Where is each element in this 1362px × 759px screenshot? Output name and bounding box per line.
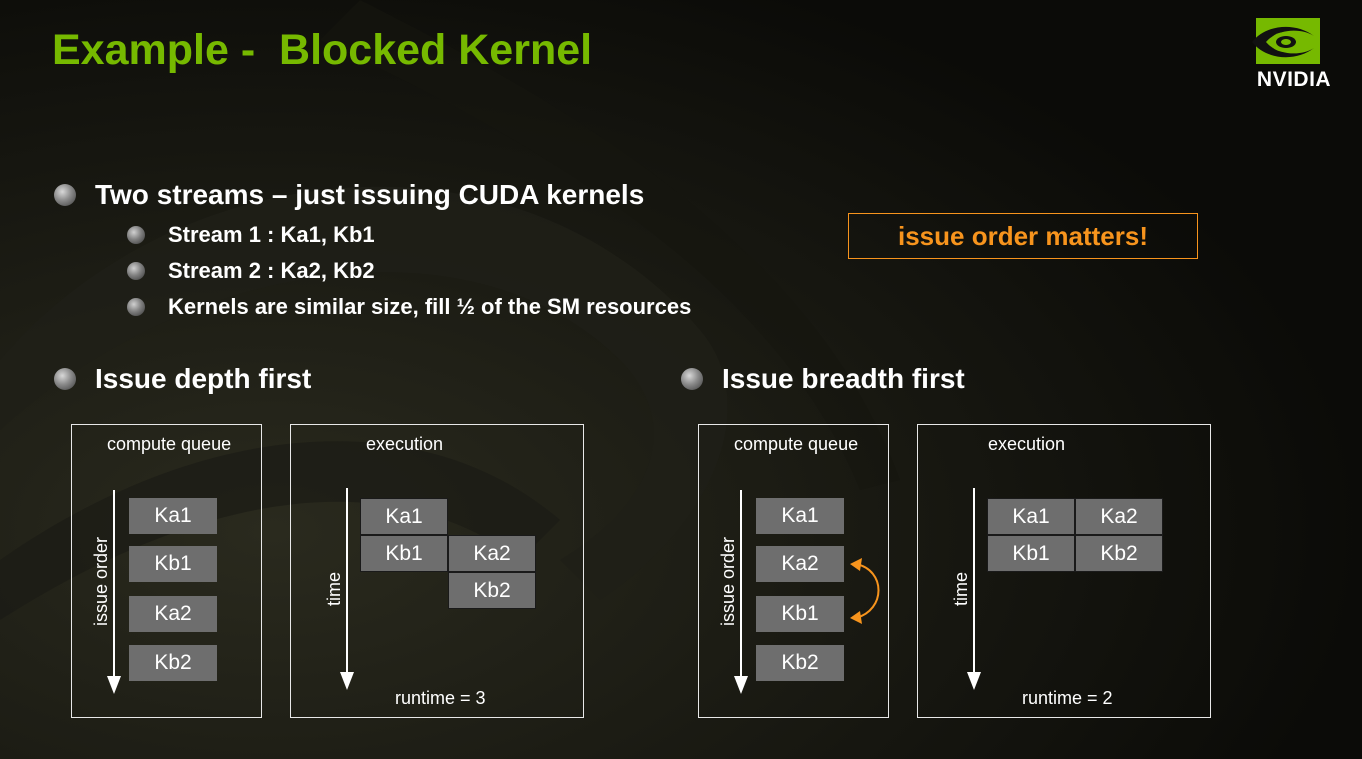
bullet-stream-1: Stream 1 : Ka1, Kb1: [168, 222, 375, 247]
left-exec-kernel: Kb1: [360, 535, 448, 572]
bullet-stream-2: Stream 2 : Ka2, Kb2: [168, 258, 375, 283]
right-execution-label: execution: [988, 434, 1066, 454]
page-title: Example - Blocked Kernel: [52, 26, 593, 74]
bullet-icon: [127, 262, 145, 280]
nvidia-eye-icon: [1252, 18, 1320, 64]
right-exec-kernel: Ka2: [1075, 498, 1163, 535]
right-time-label: time: [951, 571, 971, 606]
left-time-label: time: [324, 571, 344, 606]
right-exec-kernel: Ka1: [987, 498, 1075, 535]
left-queue-item: Kb1: [129, 546, 217, 582]
right-queue-item: Kb2: [756, 645, 844, 681]
right-queue-item: Kb1: [756, 596, 844, 632]
bullet-icon: [127, 298, 145, 316]
nvidia-logo: NVIDIA: [1244, 16, 1344, 96]
left-queue-item: Kb2: [129, 645, 217, 681]
left-execution-label: execution: [366, 434, 444, 454]
swap-order-arrow: [850, 558, 880, 624]
bullet-icon: [681, 368, 703, 390]
right-queue-item: Ka1: [756, 498, 844, 534]
right-exec-kernel: Kb2: [1075, 535, 1163, 572]
left-runtime-label: runtime = 3: [395, 688, 486, 708]
logo-wordmark: NVIDIA: [1256, 68, 1332, 91]
right-queue-item: Ka2: [756, 546, 844, 582]
left-queue-item: Ka1: [129, 498, 217, 534]
left-queue-label: compute queue: [107, 434, 232, 454]
heading-breadth-first: Issue breadth first: [722, 363, 965, 394]
left-queue-item: Ka2: [129, 596, 217, 632]
bullet-main: Two streams – just issuing CUDA kernels: [95, 179, 645, 210]
right-issue-order-label: issue order: [718, 536, 738, 626]
right-queue-label: compute queue: [734, 434, 859, 454]
right-runtime-label: runtime = 2: [1022, 688, 1113, 708]
heading-depth-first: Issue depth first: [95, 363, 312, 394]
bullet-icon: [54, 184, 76, 206]
left-exec-kernel: Ka2: [448, 535, 536, 572]
left-exec-kernel: Kb2: [448, 572, 536, 609]
right-exec-kernel: Kb1: [987, 535, 1075, 572]
callout-box: issue order matters!: [848, 213, 1198, 259]
bullet-kernel-size: Kernels are similar size, fill ½ of the …: [168, 294, 692, 319]
left-exec-kernel: Ka1: [360, 498, 448, 535]
left-issue-order-label: issue order: [91, 536, 111, 626]
bullet-icon: [127, 226, 145, 244]
bullet-icon: [54, 368, 76, 390]
